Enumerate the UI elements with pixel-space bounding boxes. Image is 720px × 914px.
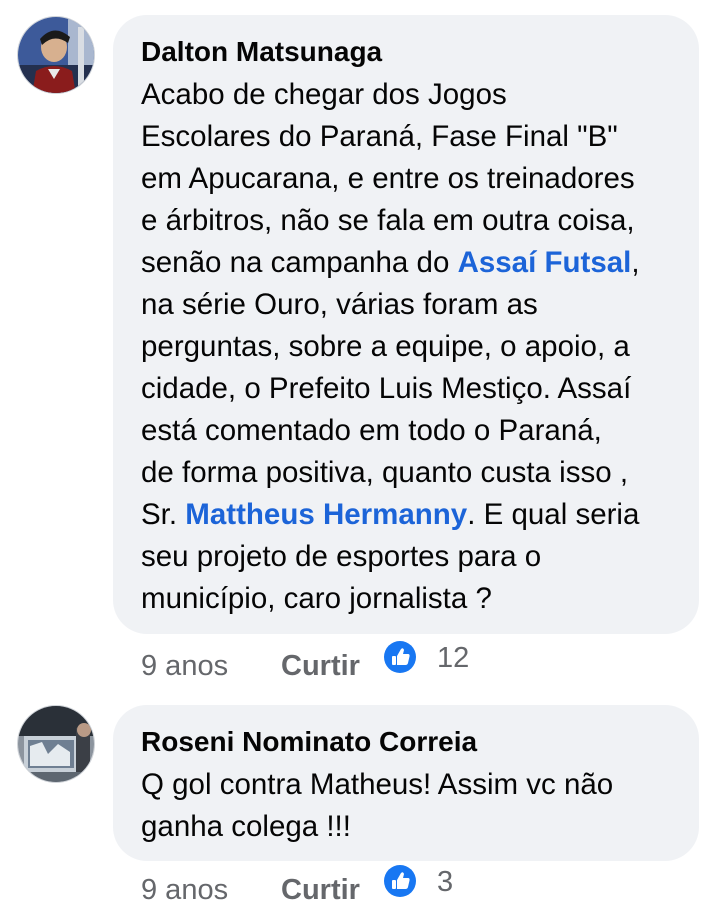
text-line: de forma positiva, quanto custa isso , xyxy=(141,456,629,489)
comment-bubble: Dalton Matsunaga Acabo de chegar dos Jog… xyxy=(113,15,699,634)
text-line: está comentado em todo o Paraná, xyxy=(141,414,602,447)
comment-author[interactable]: Roseni Nominato Correia xyxy=(141,726,477,758)
comment-text: Q gol contra Matheus! Assim vc não ganha… xyxy=(141,764,689,848)
text-line: senão na campanha do Assaí Futsal, xyxy=(141,246,640,279)
text-line: Escolares do Paraná, Fase Final "B" xyxy=(141,120,618,153)
reaction-count[interactable]: 3 xyxy=(437,866,453,899)
mention-link[interactable]: Assaí Futsal xyxy=(458,246,632,279)
comment-text: Acabo de chegar dos Jogos Escolares do P… xyxy=(141,74,689,620)
text-line: Acabo de chegar dos Jogos xyxy=(141,78,507,111)
text-line: na série Ouro, várias foram as xyxy=(141,288,538,321)
timestamp[interactable]: 9 anos xyxy=(141,650,228,683)
text-line: município, caro jornalista ? xyxy=(141,582,492,615)
text-line: ganha colega !!! xyxy=(141,810,351,843)
like-icon xyxy=(384,865,416,897)
text-line: em Apucarana, e entre os treinadores xyxy=(141,162,635,195)
avatar[interactable] xyxy=(17,705,95,783)
mention-link[interactable]: Mattheus Hermanny xyxy=(185,498,467,531)
comment-author[interactable]: Dalton Matsunaga xyxy=(141,36,382,68)
like-button[interactable]: Curtir xyxy=(281,874,360,907)
text-line: Q gol contra Matheus! Assim vc não xyxy=(141,768,614,801)
text-line: e árbitros, não se fala em outra coisa, xyxy=(141,204,635,237)
text-line: seu projeto de esportes para o xyxy=(141,540,542,573)
like-button[interactable]: Curtir xyxy=(281,650,360,683)
like-icon xyxy=(384,641,416,673)
timestamp[interactable]: 9 anos xyxy=(141,874,228,907)
reaction-count[interactable]: 12 xyxy=(437,642,469,675)
text-line: Sr. Mattheus Hermanny. E qual seria xyxy=(141,498,640,531)
comment-bubble: Roseni Nominato Correia Q gol contra Mat… xyxy=(113,705,699,861)
text-line: perguntas, sobre a equipe, o apoio, a xyxy=(141,330,630,363)
text-line: cidade, o Prefeito Luis Mestiço. Assaí xyxy=(141,372,632,405)
avatar[interactable] xyxy=(17,16,95,94)
